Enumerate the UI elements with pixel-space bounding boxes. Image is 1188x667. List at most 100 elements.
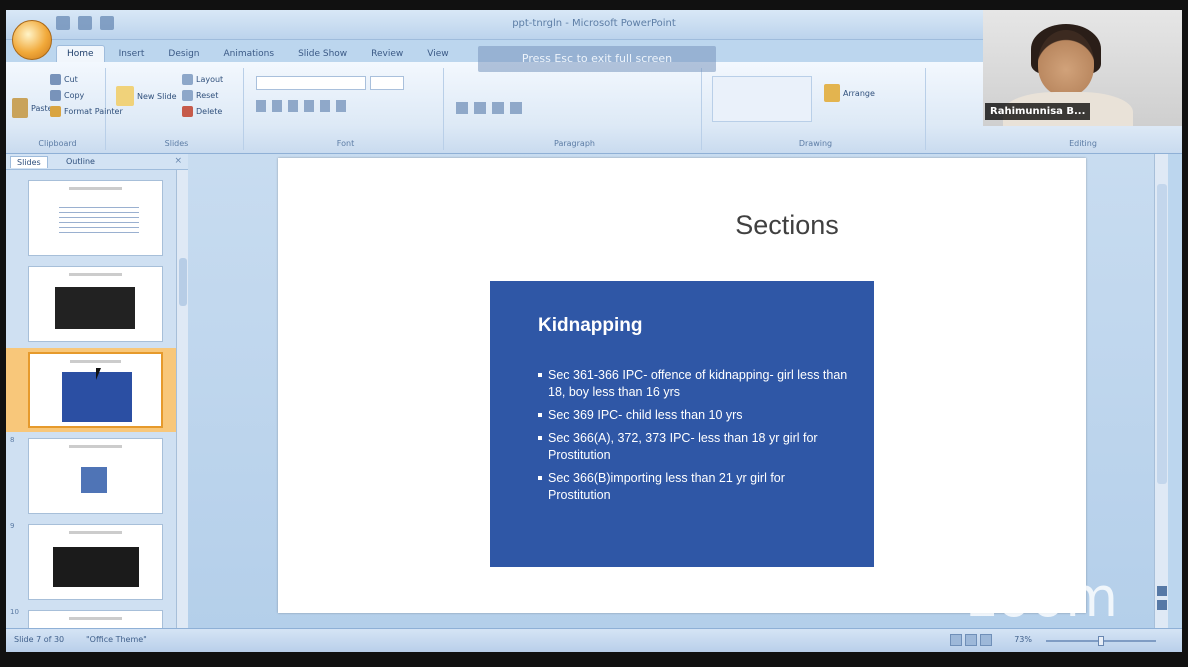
- thumb-title-line: [69, 617, 122, 620]
- slide-thumbnail-row[interactable]: 8: [6, 434, 176, 518]
- copy-label: Copy: [64, 91, 85, 100]
- slide-thumbnail: [28, 610, 163, 628]
- new-slide-icon: [116, 86, 134, 106]
- slide-thumbnail-row[interactable]: [6, 176, 176, 260]
- tab-view[interactable]: View: [417, 46, 458, 62]
- copy-button[interactable]: Copy: [50, 90, 84, 101]
- slide-counter: Slide 7 of 30: [14, 635, 65, 644]
- copy-icon: [50, 90, 61, 101]
- zoom-slider[interactable]: [1046, 636, 1156, 646]
- tab-home[interactable]: Home: [56, 45, 105, 62]
- slide-thumbnail-row[interactable]: 9: [6, 520, 176, 604]
- shadow-icon[interactable]: [320, 100, 330, 112]
- tab-slide-show[interactable]: Slide Show: [288, 46, 357, 62]
- participant-name-label: Rahimunnisa B...: [985, 103, 1091, 120]
- escape-fullscreen-banner: Press Esc to exit full screen: [478, 46, 716, 72]
- alignment-buttons: [456, 102, 576, 116]
- thumb-title-line: [69, 445, 122, 448]
- new-slide-label: New Slide: [137, 91, 177, 101]
- slide-title[interactable]: Sections: [278, 210, 1086, 241]
- clipboard-group: Paste Cut Copy Format Painter Clipboard: [10, 68, 123, 150]
- tab-slides[interactable]: Slides: [10, 156, 48, 168]
- zoom-slider-knob[interactable]: [1098, 636, 1104, 646]
- align-left-icon[interactable]: [456, 102, 468, 114]
- arrange-button[interactable]: Arrange: [824, 84, 875, 102]
- tab-insert[interactable]: Insert: [109, 46, 155, 62]
- strikethrough-icon[interactable]: [304, 100, 314, 112]
- slide-vertical-scrollbar[interactable]: [1154, 154, 1168, 630]
- slides-outline-tabs: Slides Outline ×: [6, 154, 188, 170]
- current-slide[interactable]: Sections Kidnapping Sec 361-366 IPC- off…: [278, 158, 1086, 613]
- justify-icon[interactable]: [510, 102, 522, 114]
- office-button[interactable]: [12, 20, 52, 60]
- font-color-icon[interactable]: [336, 100, 346, 112]
- slide-number: 8: [10, 436, 15, 444]
- align-center-icon[interactable]: [474, 102, 486, 114]
- slide-thumbnail-row[interactable]: [6, 262, 176, 346]
- scissors-icon: [50, 74, 61, 85]
- theme-name: "Office Theme": [86, 635, 147, 644]
- scrollbar-thumb[interactable]: [1157, 184, 1167, 484]
- slide-content-box[interactable]: Kidnapping Sec 361-366 IPC- offence of k…: [490, 281, 874, 567]
- bottom-frame-strip: [0, 652, 1188, 667]
- next-slide-icon[interactable]: [1157, 600, 1167, 610]
- normal-view-icon[interactable]: [950, 634, 962, 646]
- slide-thumbnail: [28, 438, 163, 514]
- delete-button[interactable]: Delete: [182, 106, 222, 117]
- italic-icon[interactable]: [272, 100, 282, 112]
- tab-design[interactable]: Design: [158, 46, 209, 62]
- reset-button[interactable]: Reset: [182, 90, 218, 101]
- participant-face: [1038, 30, 1094, 96]
- font-name-dropdown[interactable]: [256, 76, 366, 90]
- slides-pane: 8 9 10: [6, 170, 176, 628]
- powerpoint-window: ppt-tnrgln - Microsoft PowerPoint Home I…: [6, 10, 1182, 652]
- zoom-level[interactable]: 73%: [1014, 635, 1032, 644]
- paragraph-group: Paragraph: [448, 68, 702, 150]
- clipboard-group-label: Clipboard: [38, 139, 77, 148]
- ribbon-tabs: Home Insert Design Animations Slide Show…: [56, 40, 459, 62]
- thumb-title-line: [70, 360, 121, 363]
- slides-group: New Slide Layout Reset Delete Slides: [110, 68, 244, 150]
- tab-outline[interactable]: Outline: [60, 156, 101, 167]
- slide-number: 9: [10, 522, 15, 530]
- layout-label: Layout: [196, 75, 224, 84]
- shapes-gallery[interactable]: [712, 76, 812, 122]
- slides-pane-scrollbar[interactable]: [176, 170, 188, 628]
- paste-icon: [12, 98, 28, 118]
- reset-label: Reset: [196, 91, 219, 100]
- slide-thumbnail: [28, 180, 163, 256]
- cut-label: Cut: [64, 75, 78, 84]
- layout-button[interactable]: Layout: [182, 74, 223, 85]
- underline-icon[interactable]: [288, 100, 298, 112]
- thumb-text-lines: [59, 203, 139, 237]
- slide-thumbnail: [28, 266, 163, 342]
- view-buttons: [950, 634, 992, 646]
- tab-animations[interactable]: Animations: [213, 46, 284, 62]
- cut-button[interactable]: Cut: [50, 74, 78, 85]
- webcam-video: Rahimunnisa B...: [983, 10, 1182, 126]
- paste-button[interactable]: Paste: [12, 98, 53, 118]
- bold-icon[interactable]: [256, 100, 266, 112]
- font-format-buttons: [256, 100, 436, 114]
- slide-sorter-icon[interactable]: [965, 634, 977, 646]
- layout-icon: [182, 74, 193, 85]
- delete-label: Delete: [196, 107, 223, 116]
- arrange-icon: [824, 84, 840, 102]
- slide-thumbnail-row-selected[interactable]: [6, 348, 176, 432]
- align-right-icon[interactable]: [492, 102, 504, 114]
- thumb-title-line: [69, 187, 122, 190]
- tab-review[interactable]: Review: [361, 46, 413, 62]
- slide-editing-area: Sections Kidnapping Sec 361-366 IPC- off…: [188, 154, 1168, 630]
- scrollbar-thumb[interactable]: [179, 258, 187, 306]
- font-size-dropdown[interactable]: [370, 76, 404, 90]
- thumb-image: [81, 467, 107, 493]
- previous-slide-icon[interactable]: [1157, 586, 1167, 596]
- arrange-label: Arrange: [843, 88, 875, 98]
- slide-thumbnail-row[interactable]: 10: [6, 606, 176, 628]
- slide-show-icon[interactable]: [980, 634, 992, 646]
- new-slide-button[interactable]: New Slide: [116, 86, 177, 106]
- font-group: Font: [248, 68, 444, 150]
- zoom-watermark-logo: zoom: [968, 566, 1120, 629]
- content-heading: Kidnapping: [538, 315, 643, 336]
- close-icon[interactable]: ×: [174, 156, 182, 166]
